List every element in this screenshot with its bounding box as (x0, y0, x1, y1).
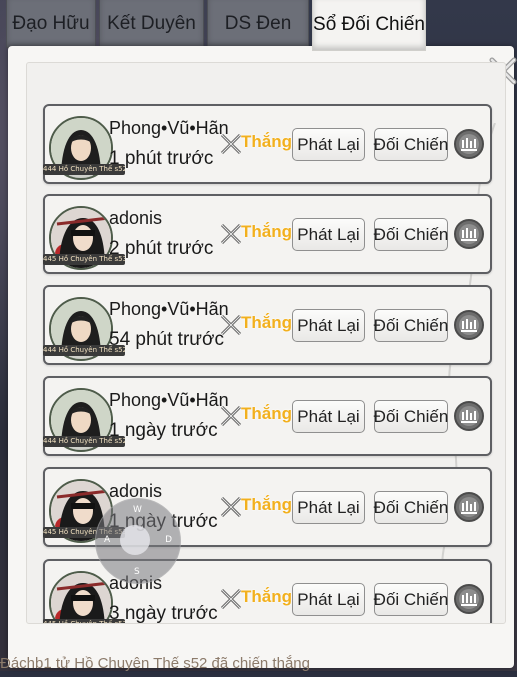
joystick-down-label: S (134, 567, 140, 577)
opponent-avatar[interactable] (49, 571, 113, 623)
opponent-name: Phong•Vũ•Hãn (109, 118, 229, 138)
battle-result: Thắng (241, 404, 292, 423)
joystick-up-label: W (133, 505, 142, 515)
battle-result: Thắng (241, 313, 292, 332)
compare-button[interactable]: Đối Chiến (374, 218, 448, 251)
battle-result: Thắng (241, 132, 292, 151)
battle-record-row: 445 Hồ Chuyên Thế s53 adonis 2 phút trước T… (43, 194, 492, 274)
crossed-swords-icon (219, 222, 243, 246)
opponent-name: Phong•Vũ•Hãn (109, 299, 229, 319)
battle-time: 3 ngày trước (109, 603, 218, 624)
joystick-right-label: D (165, 535, 172, 545)
crossed-swords-icon (219, 495, 243, 519)
crossed-swords-icon (219, 404, 243, 428)
battle-log-panel: 444 Hồ Chuyên Thế s52 Phong•Vũ•Hãn 1 phút … (8, 46, 517, 668)
compare-button[interactable]: Đối Chiến (374, 400, 448, 433)
opponent-name: Phong•Vũ•Hãn (109, 390, 229, 410)
tab-ds-den[interactable]: DS Đen (207, 0, 309, 48)
battle-result: Thắng (241, 587, 292, 606)
opponent-name: adonis (109, 208, 163, 228)
replay-button[interactable]: Phát Lại (292, 218, 365, 251)
compare-button[interactable]: Đối Chiến (374, 491, 448, 524)
battle-time: 1 phút trước (109, 148, 214, 169)
chat-ticker: Đáchb1 tử Hồ Chuyên Thế s52 đã chiến thắ… (0, 655, 310, 672)
tab-bar: Đạo Hữu Kết Duyên DS Đen Sổ Đối Chiến (0, 0, 430, 51)
joystick-left-label: A (104, 535, 111, 545)
crossed-swords-icon (219, 132, 243, 156)
joystick-knob[interactable] (120, 525, 150, 555)
replay-button[interactable]: Phát Lại (292, 583, 365, 616)
compare-button[interactable]: Đối Chiến (374, 309, 448, 342)
battle-time: 1 ngày trước (109, 420, 218, 441)
crossed-swords-icon (219, 313, 243, 337)
tab-ket-duyen[interactable]: Kết Duyên (99, 0, 204, 48)
battle-stats-icon[interactable] (453, 491, 485, 523)
replay-button[interactable]: Phát Lại (292, 400, 365, 433)
battle-result: Thắng (241, 495, 292, 514)
movement-joystick[interactable]: W A D S (95, 498, 181, 584)
replay-button[interactable]: Phát Lại (292, 491, 365, 524)
tab-dao-huu[interactable]: Đạo Hữu (6, 0, 96, 48)
battle-record-row: 444 Hồ Chuyên Thế s52 Phong•Vũ•Hãn 54 phút… (43, 285, 492, 365)
battle-record-row: 444 Hồ Chuyên Thế s52 Phong•Vũ•Hãn 1 phút … (43, 104, 492, 184)
replay-button[interactable]: Phát Lại (292, 128, 365, 161)
battle-stats-icon[interactable] (453, 309, 485, 341)
battle-time: 54 phút trước (109, 329, 224, 350)
battle-stats-icon[interactable] (453, 218, 485, 250)
crossed-swords-icon (219, 587, 243, 611)
battle-stats-icon[interactable] (453, 583, 485, 615)
compare-button[interactable]: Đối Chiến (374, 583, 448, 616)
compare-button[interactable]: Đối Chiến (374, 128, 448, 161)
battle-stats-icon[interactable] (453, 400, 485, 432)
battle-record-row: 444 Hồ Chuyên Thế s52 Phong•Vũ•Hãn 1 ngày … (43, 376, 492, 456)
battle-stats-icon[interactable] (453, 128, 485, 160)
tab-so-doi-chien[interactable]: Sổ Đối Chiến (312, 0, 426, 51)
battle-result: Thắng (241, 222, 292, 241)
replay-button[interactable]: Phát Lại (292, 309, 365, 342)
battle-time: 2 phút trước (109, 238, 214, 259)
